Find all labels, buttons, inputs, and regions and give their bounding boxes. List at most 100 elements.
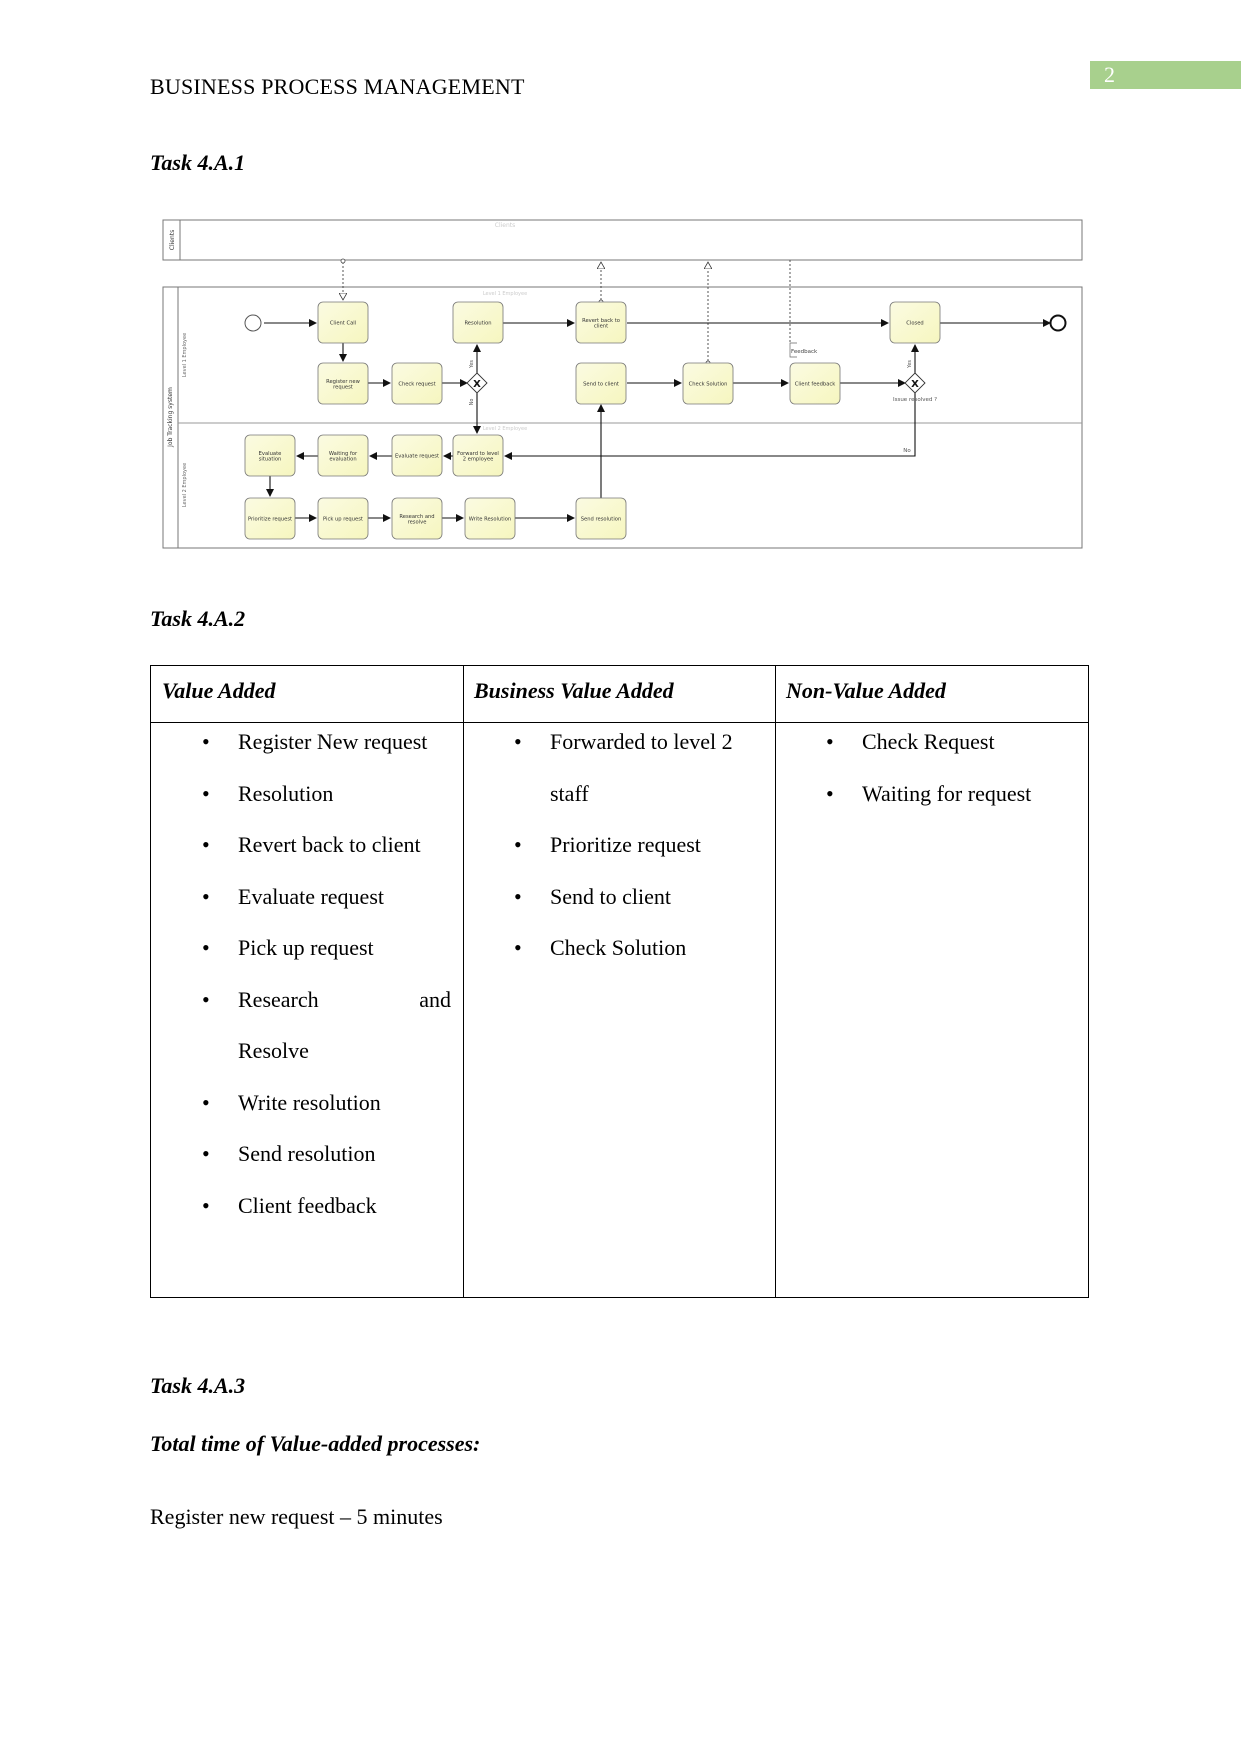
bullet-icon: • xyxy=(202,729,210,754)
task-register: Register newrequest xyxy=(317,362,369,405)
value-added-item: • Send resolution xyxy=(202,1139,376,1169)
task-client-call: Client Call xyxy=(317,301,369,344)
task-waiting: Waiting forevaluation xyxy=(317,434,369,477)
task-label: Send resolution xyxy=(581,517,621,523)
clients-pool-faint-label: Clients xyxy=(495,222,516,229)
feedback-annotation: Feedback xyxy=(791,349,818,355)
value-added-item: • Evaluate request xyxy=(202,882,384,912)
label-no-forward: No xyxy=(469,399,475,406)
bpmn-diagram: Clients Clients Job Tracking system Leve… xyxy=(162,219,1083,549)
lane-level1-faint-label: Level 1 Employee xyxy=(483,291,527,297)
business-value-added-item-text: Send to client xyxy=(550,883,671,909)
task-evaluate-situation: Evaluatesituation xyxy=(244,434,296,477)
label-yes-closed: Yes xyxy=(907,360,913,369)
task-evaluate-request: Evaluate request xyxy=(391,434,443,477)
column-header-business-value-added: Business Value Added xyxy=(474,678,674,703)
task-prioritize: Prioritize request xyxy=(244,497,296,540)
value-added-item: • Resolution xyxy=(202,779,334,809)
value-added-item-text: Client feedback xyxy=(238,1192,377,1218)
table-column-divider xyxy=(463,666,464,1297)
bullet-icon: • xyxy=(514,935,522,960)
task-label: Resolution xyxy=(464,321,491,327)
task-client-feedback: Client feedback xyxy=(789,362,841,405)
bullet-icon: • xyxy=(514,832,522,857)
task-label: evaluation xyxy=(329,456,356,462)
value-analysis-table: Value Added Business Value Added Non-Val… xyxy=(150,665,1089,1298)
task-check-solution: Check Solution xyxy=(682,362,734,405)
value-added-item-text: Write resolution xyxy=(238,1089,381,1115)
value-added-item-text: Revert back to client xyxy=(238,832,421,857)
value-added-item-continuation: Resolve xyxy=(238,1038,309,1063)
end-event-icon xyxy=(1049,314,1067,332)
value-added-item: • Write resolution xyxy=(202,1088,381,1118)
non-value-added-item: • Check Request xyxy=(826,727,995,757)
running-header-title: BUSINESS PROCESS MANAGEMENT xyxy=(150,74,525,99)
table-header-divider xyxy=(151,722,1088,723)
task-send-to-client: Send to client xyxy=(575,362,627,405)
task-label: Closed xyxy=(906,321,923,327)
task-send-resolution: Send resolution xyxy=(575,497,627,540)
task-label: Write Resolution xyxy=(469,517,511,523)
task-label: Client Call xyxy=(330,321,356,327)
page-number: 2 xyxy=(1104,62,1115,87)
value-added-item: • Register New request xyxy=(202,727,428,757)
task-label: request xyxy=(333,384,353,390)
value-added-item: • Research and xyxy=(202,985,451,1015)
value-added-item: • Client feedback xyxy=(202,1191,377,1221)
business-value-added-item: • Check Solution xyxy=(514,933,687,963)
task-label: client xyxy=(594,323,608,329)
bullet-icon: • xyxy=(514,883,522,909)
business-value-added-item-text: Check Solution xyxy=(550,935,687,960)
non-value-added-item-text: Waiting for request xyxy=(862,780,1032,806)
value-added-item-text: Resolution xyxy=(238,780,334,806)
bullet-icon: • xyxy=(202,986,210,1012)
value-added-item-text: Research and xyxy=(238,986,451,1012)
lane-level2-label: Level 2 Employee xyxy=(182,463,188,507)
bullet-icon: • xyxy=(202,1192,210,1218)
business-value-added-item: • Forwarded to level 2 xyxy=(514,727,733,757)
label-yes-resolution: Yes xyxy=(469,360,475,369)
bullet-icon: • xyxy=(202,832,210,857)
task-label: Prioritize request xyxy=(248,517,292,523)
value-added-item-text: Send resolution xyxy=(238,1141,376,1166)
lane-level2-faint-label: Level 2 Employee xyxy=(483,426,527,432)
task-pick-up: Pick up request xyxy=(317,497,369,540)
business-value-added-item: • Send to client xyxy=(514,882,671,912)
value-added-item-text: Pick up request xyxy=(238,935,374,960)
lane-level1-label: Level 1 Employee xyxy=(182,333,188,377)
job-tracking-pool-label: Job Tracking system xyxy=(167,387,174,448)
task-label: 2 employee xyxy=(463,456,494,462)
task-label: resolve xyxy=(408,519,427,525)
value-added-item: • Revert back to client xyxy=(202,830,421,860)
time-line-register: Register new request – 5 minutes xyxy=(150,1504,443,1529)
task-closed: Closed xyxy=(889,301,941,344)
task-4a3-subheading: Total time of Value-added processes: xyxy=(150,1431,481,1456)
value-added-item: • Pick up request xyxy=(202,933,374,963)
business-value-added-item: • Prioritize request xyxy=(514,830,701,860)
task-resolution: Resolution xyxy=(452,301,504,344)
start-event-icon xyxy=(244,314,262,332)
task-revert: Revert back toclient xyxy=(575,301,627,344)
task-label: Check Solution xyxy=(689,382,728,388)
bullet-icon: • xyxy=(202,1141,210,1166)
value-added-item-text: Register New request xyxy=(238,729,428,754)
task-forward: Forward to level2 employee xyxy=(452,434,504,477)
bullet-icon: • xyxy=(202,780,210,806)
label-issue-resolved: Issue resolved ? xyxy=(893,397,937,403)
task-check-request: Check request xyxy=(391,362,443,405)
task-label: Pick up request xyxy=(323,517,363,523)
task-label: Check request xyxy=(398,382,435,388)
clients-pool: Clients Clients xyxy=(162,219,1083,261)
bullet-icon: • xyxy=(202,935,210,960)
business-value-added-item-continuation: staff xyxy=(550,780,589,806)
task-label: situation xyxy=(259,456,282,462)
task-write-resolution: Write Resolution xyxy=(464,497,516,540)
non-value-added-item-text: Check Request xyxy=(862,729,995,754)
gateway-x-icon: X xyxy=(473,379,481,390)
bullet-icon: • xyxy=(202,1089,210,1115)
business-value-added-item-text: Prioritize request xyxy=(550,832,701,857)
task-4a1-heading: Task 4.A.1 xyxy=(150,150,246,175)
bullet-icon: • xyxy=(826,729,834,754)
gateway-x-icon: X xyxy=(911,379,919,390)
task-label: Client feedback xyxy=(795,382,836,388)
